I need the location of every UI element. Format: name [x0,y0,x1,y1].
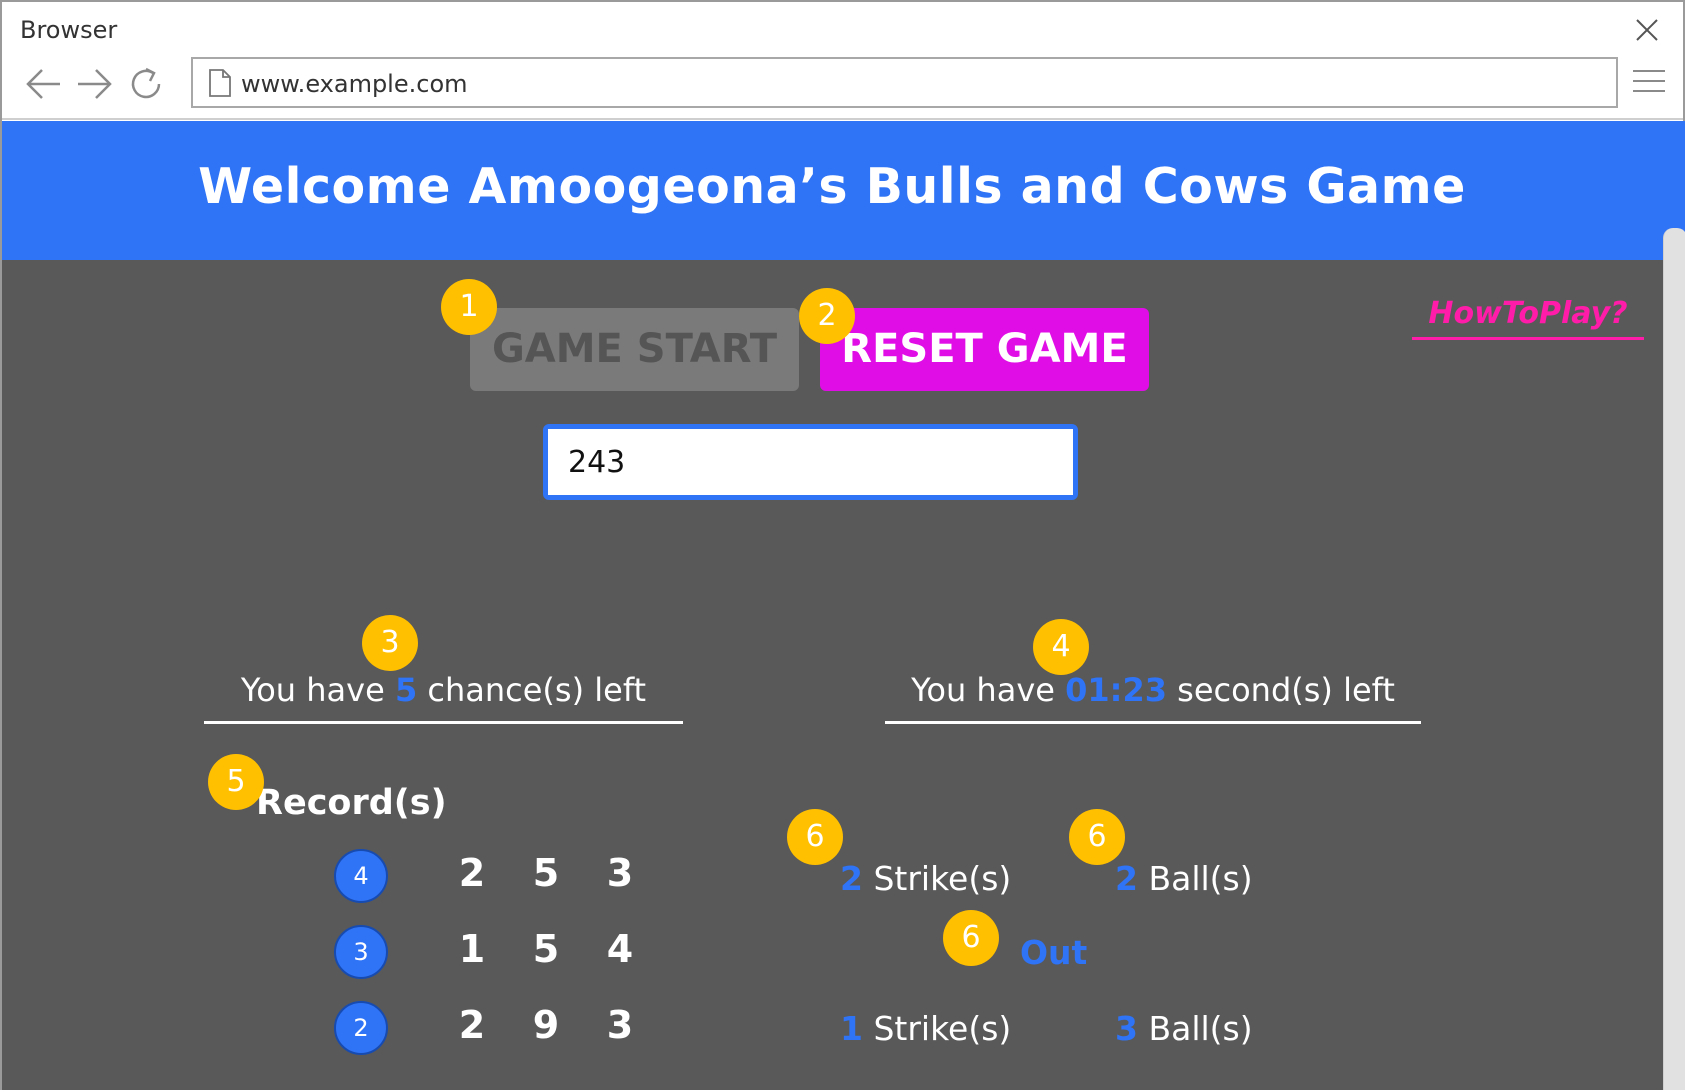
record-digit: 5 [532,851,560,895]
out-result: Out [1020,933,1088,972]
page-content: Welcome Amoogeona’s Bulls and Cows Game … [2,121,1685,1090]
back-arrow-icon[interactable] [24,64,64,104]
browser-window: Browser www.example.com Welcome Amoogeon… [0,0,1685,1090]
ball-count: 2 [1115,859,1138,898]
vertical-scrollbar[interactable] [1663,228,1685,1090]
record-row: 2 2 9 3 [332,1001,692,1061]
record-digit: 3 [606,851,634,895]
annotation-badge: 6 [1069,809,1125,865]
record-number-badge: 3 [334,925,388,979]
annotation-badge: 6 [787,809,843,865]
record-row: 3 1 5 4 [332,925,692,985]
ball-label: Ball(s) [1137,1009,1253,1048]
annotation-badge: 6 [943,910,999,966]
annotation-badge: 5 [208,754,264,810]
url-text: www.example.com [241,70,468,98]
strike-count: 1 [840,1009,863,1048]
hamburger-menu-icon[interactable] [1631,66,1667,96]
records-heading: Record(s) [256,783,447,823]
annotation-badge: 4 [1033,619,1089,675]
title-bar: Browser [2,2,1683,54]
chances-suffix: chance(s) left [417,671,647,709]
chances-status: You have 5 chance(s) left [204,671,683,724]
strike-count: 2 [840,859,863,898]
close-icon[interactable] [1633,16,1661,44]
how-to-play-link[interactable]: HowToPlay? [1412,296,1644,340]
guess-input-frame [543,424,1078,500]
record-digit: 2 [458,851,486,895]
ball-label: Ball(s) [1137,859,1253,898]
ball-result: 3 Ball(s) [1115,1009,1253,1048]
game-start-button[interactable]: GAME START [470,308,799,391]
strike-label: Strike(s) [862,1009,1012,1048]
toolbar-divider [2,118,1683,120]
guess-input[interactable] [548,429,1073,495]
record-digit: 1 [458,927,486,971]
ball-result: 2 Ball(s) [1115,859,1253,898]
annotation-badge: 3 [362,615,418,671]
record-digit: 3 [606,1003,634,1047]
page-title: Welcome Amoogeona’s Bulls and Cows Game [198,158,1466,215]
address-bar[interactable]: www.example.com [191,57,1618,108]
timer-value: 01:23 [1065,671,1167,709]
timer-prefix: You have [911,671,1066,709]
record-number-badge: 4 [334,849,388,903]
record-number-badge: 2 [334,1001,388,1055]
strike-label: Strike(s) [862,859,1012,898]
strike-result: 2 Strike(s) [840,859,1011,898]
chances-prefix: You have [240,671,395,709]
forward-arrow-icon[interactable] [74,64,114,104]
annotation-badge: 2 [799,288,855,344]
record-digit: 2 [458,1003,486,1047]
page-icon [209,69,231,97]
window-title: Browser [20,16,118,44]
reload-icon[interactable] [126,64,166,104]
ball-count: 3 [1115,1009,1138,1048]
chances-count: 5 [394,671,418,709]
record-digit: 9 [532,1003,560,1047]
timer-status: You have 01:23 second(s) left [885,671,1421,724]
annotation-badge: 1 [441,279,497,335]
header-banner: Welcome Amoogeona’s Bulls and Cows Game [2,121,1685,260]
browser-toolbar: www.example.com [2,54,1683,116]
record-digit: 4 [606,927,634,971]
record-digit: 5 [532,927,560,971]
strike-result: 1 Strike(s) [840,1009,1011,1048]
record-row: 4 2 5 3 [332,849,692,909]
reset-game-button[interactable]: RESET GAME [820,308,1149,391]
timer-suffix: second(s) left [1166,671,1395,709]
